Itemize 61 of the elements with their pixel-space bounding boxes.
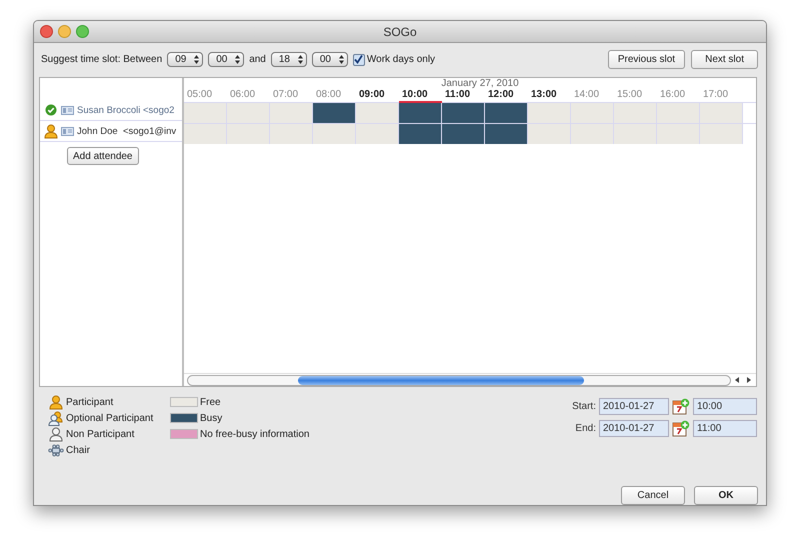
- status-label: Free: [200, 396, 221, 408]
- hour-label: 15:00: [616, 89, 642, 100]
- hour-label: 07:00: [272, 89, 298, 100]
- calendar-icon[interactable]: [672, 398, 690, 416]
- hour-label: 14:00: [573, 89, 600, 100]
- suggest-label: Suggest time slot: Between: [41, 54, 162, 66]
- contact-card-icon: [61, 106, 74, 115]
- hour-label: 09:00: [358, 89, 385, 100]
- table-icon: [48, 444, 64, 457]
- time-label: Start:: [571, 401, 596, 412]
- close-button[interactable]: [40, 25, 53, 38]
- horizontal-scrollbar[interactable]: [184, 373, 756, 386]
- window-title: SOGo: [383, 24, 417, 38]
- time-field[interactable]: 11:00: [693, 420, 757, 438]
- hour-label: 12:00: [487, 89, 514, 100]
- contact-card-icon: [61, 126, 74, 136]
- time-spinner[interactable]: 00: [312, 52, 348, 68]
- scroll-left-icon[interactable]: [733, 375, 742, 386]
- stepper-icon[interactable]: [338, 55, 344, 64]
- stepper-icon[interactable]: [235, 55, 240, 64]
- hour-label: 06:00: [229, 89, 256, 100]
- add-attendee-button[interactable]: Add attendee: [67, 147, 138, 166]
- date-field[interactable]: 2010-01-27: [599, 398, 669, 416]
- person-icon: [44, 124, 58, 139]
- time-spinner[interactable]: 18: [270, 52, 307, 68]
- attendee-name: Susan Broccoli <sogo2: [77, 104, 174, 116]
- work-days-checkbox[interactable]: [352, 54, 365, 66]
- next-slot-button[interactable]: Next slot: [691, 50, 758, 70]
- role-label: Non Participant: [66, 428, 134, 440]
- hour-label: 16:00: [659, 89, 686, 100]
- status-label: No free-busy information: [200, 428, 310, 440]
- time-spinner[interactable]: 09: [167, 52, 204, 68]
- hour-label: 05:00: [186, 89, 212, 100]
- work-days-label: Work days only: [366, 54, 436, 66]
- role-label: Optional Participant: [66, 412, 154, 424]
- hour-label: 11:00: [444, 89, 470, 100]
- cancel-button[interactable]: Cancel: [621, 486, 685, 505]
- person-icon: [48, 410, 64, 426]
- date-field[interactable]: 2010-01-27: [599, 420, 669, 438]
- date-label: January 27, 2010: [441, 78, 519, 90]
- stepper-icon[interactable]: [298, 55, 303, 64]
- hour-label: 17:00: [702, 89, 728, 100]
- hour-label: 10:00: [401, 89, 428, 100]
- role-label: Participant: [66, 396, 114, 408]
- person-icon: [49, 426, 63, 442]
- ok-button[interactable]: OK: [694, 486, 758, 505]
- hour-label: 13:00: [530, 89, 557, 100]
- time-label: End:: [574, 423, 596, 434]
- time-spinner[interactable]: 00: [208, 52, 244, 68]
- calendar-icon[interactable]: [672, 420, 690, 438]
- previous-slot-button[interactable]: Previous slot: [608, 50, 686, 70]
- person-icon: [49, 394, 63, 410]
- stepper-icon[interactable]: [194, 55, 200, 64]
- role-label: Chair: [66, 444, 90, 456]
- attendee-name: John Doe <sogo1@inv: [77, 126, 176, 137]
- status-label: Busy: [200, 412, 222, 424]
- and-label: and: [249, 54, 266, 66]
- hour-label: 08:00: [315, 89, 342, 100]
- check-icon: [45, 104, 57, 116]
- time-field[interactable]: 10:00: [693, 398, 757, 416]
- scroll-right-icon[interactable]: [744, 375, 753, 386]
